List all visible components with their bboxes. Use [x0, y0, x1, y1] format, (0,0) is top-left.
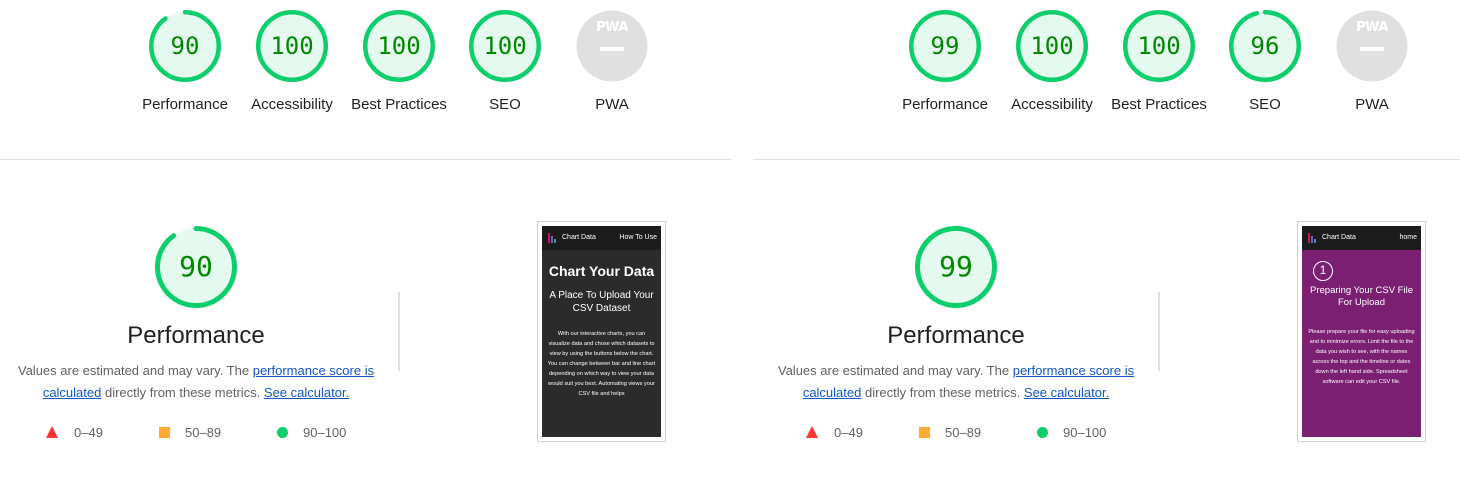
gauge-label: SEO — [1249, 96, 1281, 113]
legend-range: 0–49 — [74, 425, 103, 440]
screenshot-subheading: A Place To Upload Your CSV Dataset — [549, 290, 654, 314]
pwa-dash-icon — [600, 47, 624, 51]
gauge-performance[interactable]: 90 Performance — [132, 10, 238, 116]
legend-range: 0–49 — [834, 425, 863, 440]
square-icon — [159, 427, 170, 438]
gauge-pwa[interactable]: PWA PWA — [1319, 10, 1425, 116]
vertical-separator — [398, 292, 400, 371]
triangle-icon — [46, 426, 58, 438]
circle-icon — [277, 427, 288, 438]
gauge-score: 100 — [483, 32, 527, 60]
performance-score: 99 — [939, 250, 973, 283]
gauge-label: Accessibility — [1011, 96, 1093, 113]
screenshot-content: 1 Preparing Your CSV File For Upload Ple… — [1302, 250, 1421, 437]
final-screenshot[interactable]: Chart Data home 1 Preparing Your CSV Fil… — [1297, 221, 1426, 442]
performance-score: 90 — [179, 250, 213, 283]
score-legend: 0–49 50–89 90–100 — [806, 424, 1146, 442]
pwa-badge-text: PWA — [596, 20, 628, 35]
screenshot-navbar: Chart Data How To Use — [542, 226, 661, 250]
gauge-seo[interactable]: 100 SEO — [452, 10, 558, 116]
screenshot-brand: Chart Data — [562, 234, 596, 241]
description-text: Values are estimated and may vary. The — [17, 363, 253, 378]
performance-gauge: 90 — [155, 226, 237, 308]
score-legend: 0–49 50–89 90–100 — [46, 424, 386, 442]
chart-logo-icon — [548, 233, 558, 243]
gauge-accessibility[interactable]: 100 Accessibility — [999, 10, 1105, 116]
gauge-pwa[interactable]: PWA PWA — [559, 10, 665, 116]
screenshot-navbar: Chart Data home — [1302, 226, 1421, 250]
screenshot-body-text: With our interactive charts, you can vis… — [547, 331, 656, 397]
gauge-score: 90 — [170, 32, 200, 60]
gauge-score: 100 — [1137, 32, 1181, 60]
gauge-label: Best Practices — [1111, 96, 1207, 113]
performance-title: Performance — [127, 322, 265, 349]
gauge-seo[interactable]: 96 SEO — [1212, 10, 1318, 116]
square-icon — [919, 427, 930, 438]
step-number-icon: 1 — [1313, 261, 1333, 281]
lighthouse-report-mobile: 90 Performance 100 Accessibility 100 Bes… — [0, 0, 732, 478]
performance-summary: 90 Performance Values are estimated and … — [6, 226, 386, 404]
vertical-separator — [1158, 292, 1160, 371]
gauge-score: 96 — [1250, 32, 1280, 60]
description-text: Values are estimated and may vary. The — [777, 363, 1013, 378]
screenshot-brand: Chart Data — [1322, 234, 1356, 241]
description-text: directly from these metrics. — [861, 385, 1024, 400]
gauge-score: 100 — [377, 32, 421, 60]
gauge-label: Accessibility — [251, 96, 333, 113]
gauge-label: Performance — [142, 96, 228, 113]
screenshot-heading: Preparing Your CSV File For Upload — [1310, 285, 1413, 308]
gauge-label: Performance — [902, 96, 988, 113]
gauge-performance[interactable]: 99 Performance — [892, 10, 998, 116]
section-divider — [0, 159, 732, 160]
gauge-accessibility[interactable]: 100 Accessibility — [239, 10, 345, 116]
circle-icon — [1037, 427, 1048, 438]
gauge-best-practices[interactable]: 100 Best Practices — [346, 10, 452, 116]
description-text: directly from these metrics. — [101, 385, 264, 400]
legend-range: 90–100 — [1063, 425, 1107, 440]
screenshot-heading: Chart Your Data — [548, 263, 655, 279]
pwa-badge-text: PWA — [1356, 20, 1388, 35]
performance-description: Values are estimated and may vary. The p… — [16, 360, 376, 404]
gauge-label: PWA — [1355, 96, 1389, 113]
pwa-dash-icon — [1360, 47, 1384, 51]
gauge-label: Best Practices — [351, 96, 447, 113]
gauge-label: PWA — [595, 96, 629, 113]
gauge-score: 99 — [930, 32, 960, 60]
gauge-score: 100 — [1030, 32, 1074, 60]
screenshot-body-text: Please prepare your file for easy upload… — [1308, 329, 1415, 385]
performance-gauge: 99 — [915, 226, 997, 308]
legend-range: 50–89 — [945, 425, 982, 440]
see-calculator-link[interactable]: See calculator. — [1024, 385, 1109, 400]
screenshot-nav-link: How To Use — [619, 234, 657, 241]
performance-title: Performance — [887, 322, 1025, 349]
gauge-score: 100 — [270, 32, 314, 60]
performance-description: Values are estimated and may vary. The p… — [776, 360, 1136, 404]
final-screenshot[interactable]: Chart Data How To Use Chart Your Data A … — [537, 221, 666, 442]
screenshot-content: Chart Your Data A Place To Upload Your C… — [542, 250, 661, 437]
performance-summary: 99 Performance Values are estimated and … — [766, 226, 1146, 404]
gauge-label: SEO — [489, 96, 521, 113]
screenshot-nav-link: home — [1399, 234, 1417, 241]
gauge-best-practices[interactable]: 100 Best Practices — [1106, 10, 1212, 116]
legend-range: 90–100 — [303, 425, 347, 440]
lighthouse-report-desktop: 99 Performance 100 Accessibility 100 Bes… — [753, 0, 1460, 478]
section-divider — [753, 159, 1460, 160]
see-calculator-link[interactable]: See calculator. — [264, 385, 349, 400]
chart-logo-icon — [1308, 233, 1318, 243]
legend-range: 50–89 — [185, 425, 222, 440]
triangle-icon — [806, 426, 818, 438]
